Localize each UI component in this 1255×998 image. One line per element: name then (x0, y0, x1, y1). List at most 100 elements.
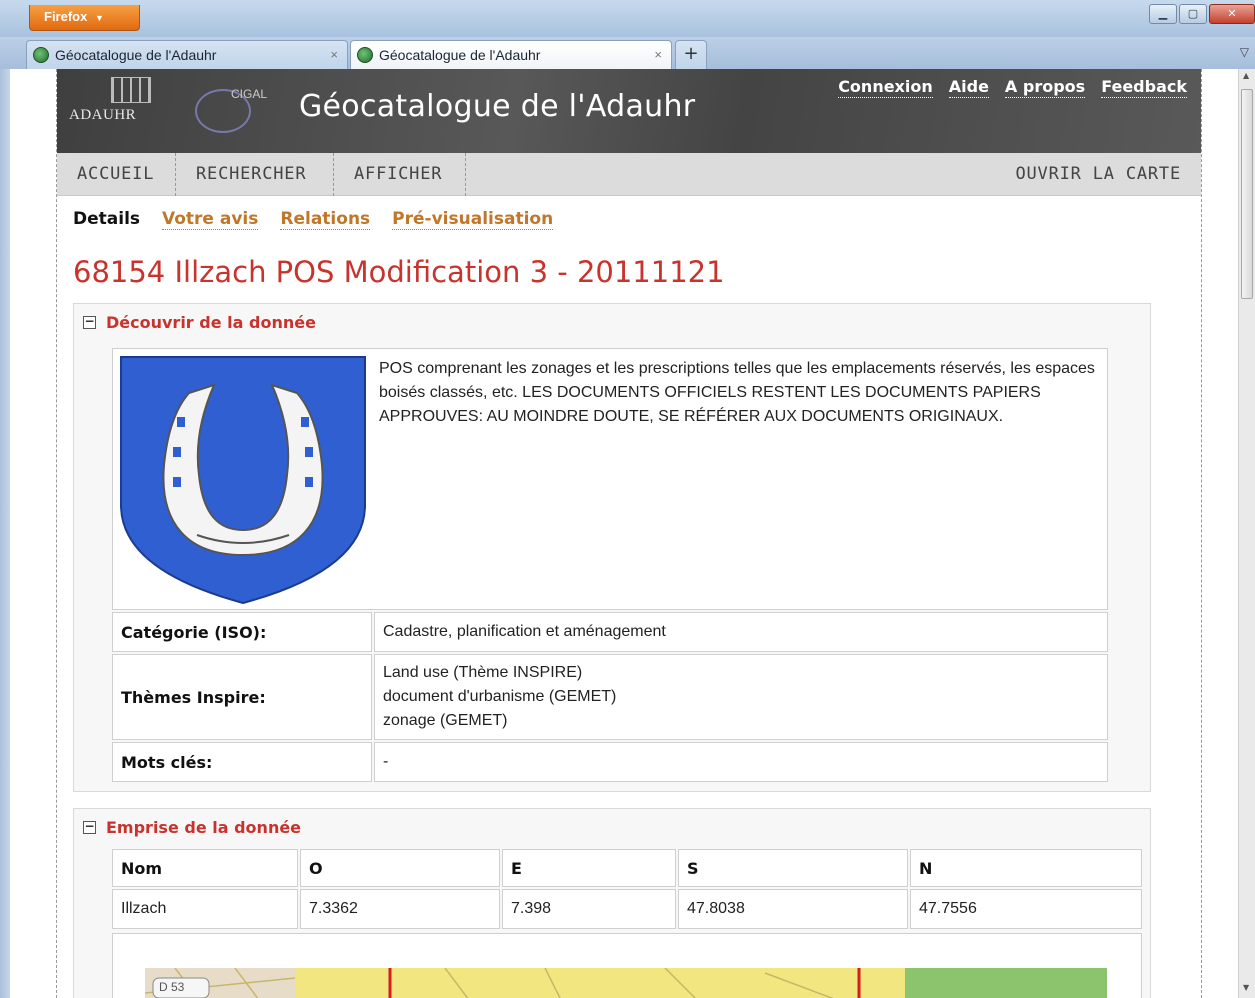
abstract-box: POS comprenant les zonages et les prescr… (112, 348, 1108, 610)
tab-title: Géocatalogue de l'Adauhr (55, 47, 217, 63)
column-header-n: N (919, 858, 933, 878)
column-header-nom: Nom (121, 858, 163, 878)
adauhr-logo-text: ADAUHR (69, 107, 137, 123)
nav-divider (465, 153, 466, 196)
table-cell: 47.8038 (678, 889, 908, 929)
table-row-label: Mots clés: (112, 742, 372, 782)
minimize-button[interactable]: ▁ (1149, 4, 1177, 24)
discover-section-header[interactable]: − Découvrir de la donnée (83, 313, 316, 332)
nav-rechercher[interactable]: RECHERCHER (196, 153, 306, 196)
table-header-cell: E (502, 849, 676, 887)
firefox-button-label: Firefox (44, 9, 88, 24)
nav-accueil[interactable]: ACCUEIL (77, 153, 154, 196)
table-row-value: Cadastre, planification et aménagement (374, 612, 1108, 652)
nav-open-map[interactable]: OUVRIR LA CARTE (1015, 153, 1181, 196)
extent-south: 47.8038 (687, 900, 745, 917)
table-row-label: Catégorie (ISO): (112, 612, 372, 652)
column-header-e: E (511, 858, 522, 878)
new-tab-button[interactable]: + (675, 40, 707, 69)
table-row-value: Land use (Thème INSPIRE) document d'urba… (374, 654, 1108, 740)
scroll-up-icon[interactable]: ▲ (1243, 71, 1249, 80)
scrollbar-thumb[interactable] (1241, 89, 1253, 299)
browser-tab[interactable]: Géocatalogue de l'Adauhr × (26, 40, 348, 69)
feedback-link[interactable]: Feedback (1101, 77, 1187, 98)
category-value: Cadastre, planification et aménagement (383, 623, 666, 640)
collapse-icon[interactable]: − (83, 820, 96, 834)
globe-favicon-icon (357, 47, 373, 63)
nav-divider (175, 153, 176, 196)
column-header-s: S (687, 858, 699, 878)
table-row-value: - (374, 742, 1108, 782)
firefox-menu-button[interactable]: Firefox ▼ (29, 5, 140, 31)
help-link[interactable]: Aide (948, 77, 989, 98)
page-viewport: ADAUHR CIGAL Géocatalogue de l'Adauhr Co… (10, 69, 1238, 998)
globe-favicon-icon (33, 47, 49, 63)
keywords-value: - (383, 753, 389, 770)
column-header-o: O (309, 858, 323, 878)
themes-values: Land use (Thème INSPIRE) document d'urba… (383, 661, 616, 733)
nav-afficher[interactable]: AFFICHER (354, 153, 442, 196)
main-nav: ACCUEIL RECHERCHER AFFICHER OUVRIR LA CA… (57, 153, 1201, 196)
cigal-logo-text: CIGAL (231, 87, 268, 101)
cigal-logo[interactable]: CIGAL (195, 79, 275, 135)
table-cell: 7.3362 (300, 889, 500, 929)
discover-section-title: Découvrir de la donnée (106, 313, 316, 332)
record-subtabs: Details Votre avis Relations Pré-visuali… (73, 209, 554, 230)
tab-close-icon[interactable]: × (330, 47, 338, 62)
table-header-cell: S (678, 849, 908, 887)
discover-section: − Découvrir de la donnée POS comprenant … (73, 303, 1151, 792)
maximize-button[interactable]: ▢ (1179, 4, 1207, 24)
themes-label: Thèmes Inspire: (121, 687, 266, 707)
vertical-scrollbar[interactable]: ▲ ▼ (1238, 69, 1255, 998)
road-label: D 53 (159, 980, 185, 994)
theme-item: document d'urbanisme (GEMET) (383, 688, 617, 705)
chevron-down-icon: ▼ (94, 13, 104, 23)
tab-title: Géocatalogue de l'Adauhr (379, 47, 541, 63)
theme-item: zonage (GEMET) (383, 712, 508, 729)
extent-section-header[interactable]: − Emprise de la donnée (83, 818, 301, 837)
subtab-details[interactable]: Details (73, 209, 140, 230)
site-header: ADAUHR CIGAL Géocatalogue de l'Adauhr Co… (57, 69, 1201, 153)
table-row-label: Thèmes Inspire: (112, 654, 372, 740)
building-icon (111, 77, 151, 103)
extent-name: Illzach (121, 900, 167, 917)
window-close-button[interactable]: ✕ (1209, 4, 1255, 24)
page-container: ADAUHR CIGAL Géocatalogue de l'Adauhr Co… (56, 69, 1202, 998)
table-header-cell: N (910, 849, 1142, 887)
extent-section: − Emprise de la donnée Nom O E S N Illza… (73, 808, 1151, 998)
extent-section-title: Emprise de la donnée (106, 818, 302, 837)
table-header-cell: Nom (112, 849, 298, 887)
adauhr-logo[interactable]: ADAUHR (65, 77, 159, 135)
map-preview-box: D 53 (112, 933, 1142, 998)
map-image (145, 968, 1107, 998)
page-title: 68154 Illzach POS Modification 3 - 20111… (73, 255, 725, 289)
subtab-preview[interactable]: Pré-visualisation (392, 209, 554, 230)
scroll-down-icon[interactable]: ▼ (1243, 983, 1249, 992)
window-frame-left (0, 69, 10, 998)
coat-of-arms-image (120, 356, 366, 605)
table-cell: 47.7556 (910, 889, 1142, 929)
subtab-votre-avis[interactable]: Votre avis (162, 209, 259, 230)
tab-close-icon[interactable]: × (654, 47, 662, 62)
tab-list-chevron-icon[interactable]: ▽ (1240, 45, 1249, 59)
category-label: Catégorie (ISO): (121, 622, 267, 642)
table-cell: 7.398 (502, 889, 676, 929)
login-link[interactable]: Connexion (838, 77, 933, 98)
window-controls: ▁ ▢ ✕ (1147, 4, 1255, 24)
abstract-text: POS comprenant les zonages et les prescr… (379, 360, 1095, 425)
browser-tab-active[interactable]: Géocatalogue de l'Adauhr × (350, 40, 672, 69)
table-cell: Illzach (112, 889, 298, 929)
nav-divider (333, 153, 334, 196)
collapse-icon[interactable]: − (83, 315, 96, 329)
window-titlebar: Firefox ▼ ▁ ▢ ✕ (0, 0, 1255, 37)
site-title: Géocatalogue de l'Adauhr (299, 89, 696, 124)
subtab-relations[interactable]: Relations (280, 209, 371, 230)
extent-east: 7.398 (511, 900, 552, 917)
header-links: Connexion Aide A propos Feedback (838, 77, 1187, 98)
extent-north: 47.7556 (919, 900, 977, 917)
about-link[interactable]: A propos (1004, 77, 1086, 98)
map-preview[interactable]: D 53 (145, 968, 1107, 998)
extent-west: 7.3362 (309, 900, 358, 917)
theme-item: Land use (Thème INSPIRE) (383, 664, 583, 681)
tab-strip: Géocatalogue de l'Adauhr × Géocatalogue … (0, 37, 1255, 69)
